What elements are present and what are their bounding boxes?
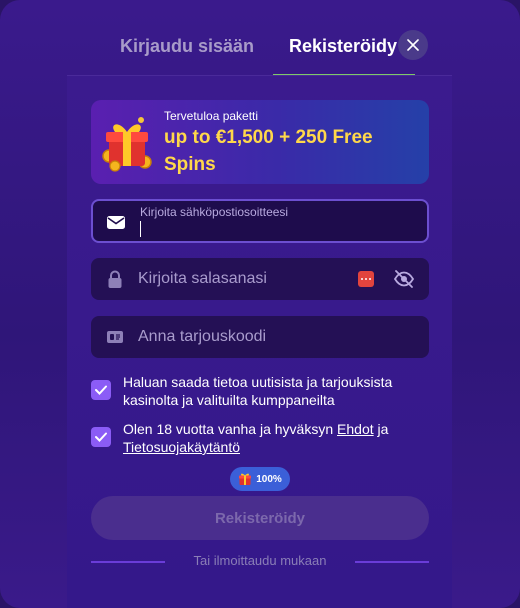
password-field[interactable]: Kirjoita salasanasi bbox=[91, 258, 429, 300]
text-caret bbox=[140, 221, 141, 237]
password-manager-icon[interactable] bbox=[358, 271, 374, 287]
close-icon bbox=[407, 39, 419, 51]
auth-tabs: Kirjaudu sisään Rekisteröidy bbox=[0, 0, 520, 76]
lock-icon bbox=[108, 270, 122, 288]
progress-badge-value: 100% bbox=[256, 473, 282, 485]
terms-link[interactable]: Ehdot bbox=[337, 421, 374, 437]
checkmark-icon bbox=[95, 385, 107, 395]
gift-icon bbox=[239, 473, 252, 485]
tab-register[interactable]: Rekisteröidy bbox=[289, 36, 397, 57]
close-button[interactable] bbox=[398, 30, 428, 60]
registration-modal: Kirjaudu sisään Rekisteröidy Tervetuloa … bbox=[0, 0, 520, 608]
terms-consent-checkbox[interactable] bbox=[91, 427, 111, 447]
tab-login[interactable]: Kirjaudu sisään bbox=[120, 36, 254, 57]
terms-prefix: Olen 18 vuotta vanha ja hyväksyn bbox=[123, 421, 338, 437]
terms-consent-text: Olen 18 vuotta vanha ja hyväksyn Ehdot j… bbox=[123, 420, 431, 456]
gift-coins-icon bbox=[102, 117, 152, 172]
register-submit-button[interactable]: Rekisteröidy bbox=[91, 496, 429, 540]
email-field-label: Kirjoita sähköpostiosoitteesi bbox=[140, 205, 289, 219]
promo-code-placeholder: Anna tarjouskoodi bbox=[138, 328, 267, 345]
envelope-icon bbox=[107, 216, 125, 229]
banner-title: up to €1,500 + 250 Free Spins bbox=[164, 127, 373, 175]
privacy-policy-link[interactable]: Tietosuojakäytäntö bbox=[123, 439, 240, 455]
welcome-bonus-banner: Tervetuloa paketti up to €1,500 + 250 Fr… bbox=[91, 100, 429, 184]
eye-off-icon[interactable] bbox=[393, 268, 415, 290]
terms-mid: ja bbox=[373, 421, 389, 437]
divider-line-right bbox=[355, 561, 429, 563]
social-divider: Tai ilmoittaudu mukaan bbox=[91, 553, 429, 571]
checkmark-icon bbox=[95, 432, 107, 442]
marketing-consent-checkbox[interactable] bbox=[91, 380, 111, 400]
marketing-consent-text: Haluan saada tietoa uutisista ja tarjouk… bbox=[123, 374, 393, 408]
banner-subtitle: Tervetuloa paketti bbox=[164, 109, 259, 123]
password-placeholder: Kirjoita salasanasi bbox=[138, 270, 267, 287]
progress-badge: 100% bbox=[230, 467, 290, 491]
ticket-icon bbox=[107, 331, 123, 343]
promo-code-field[interactable]: Anna tarjouskoodi bbox=[91, 316, 429, 358]
email-field[interactable]: Kirjoita sähköpostiosoitteesi bbox=[91, 199, 429, 243]
tabs-divider bbox=[67, 75, 452, 76]
